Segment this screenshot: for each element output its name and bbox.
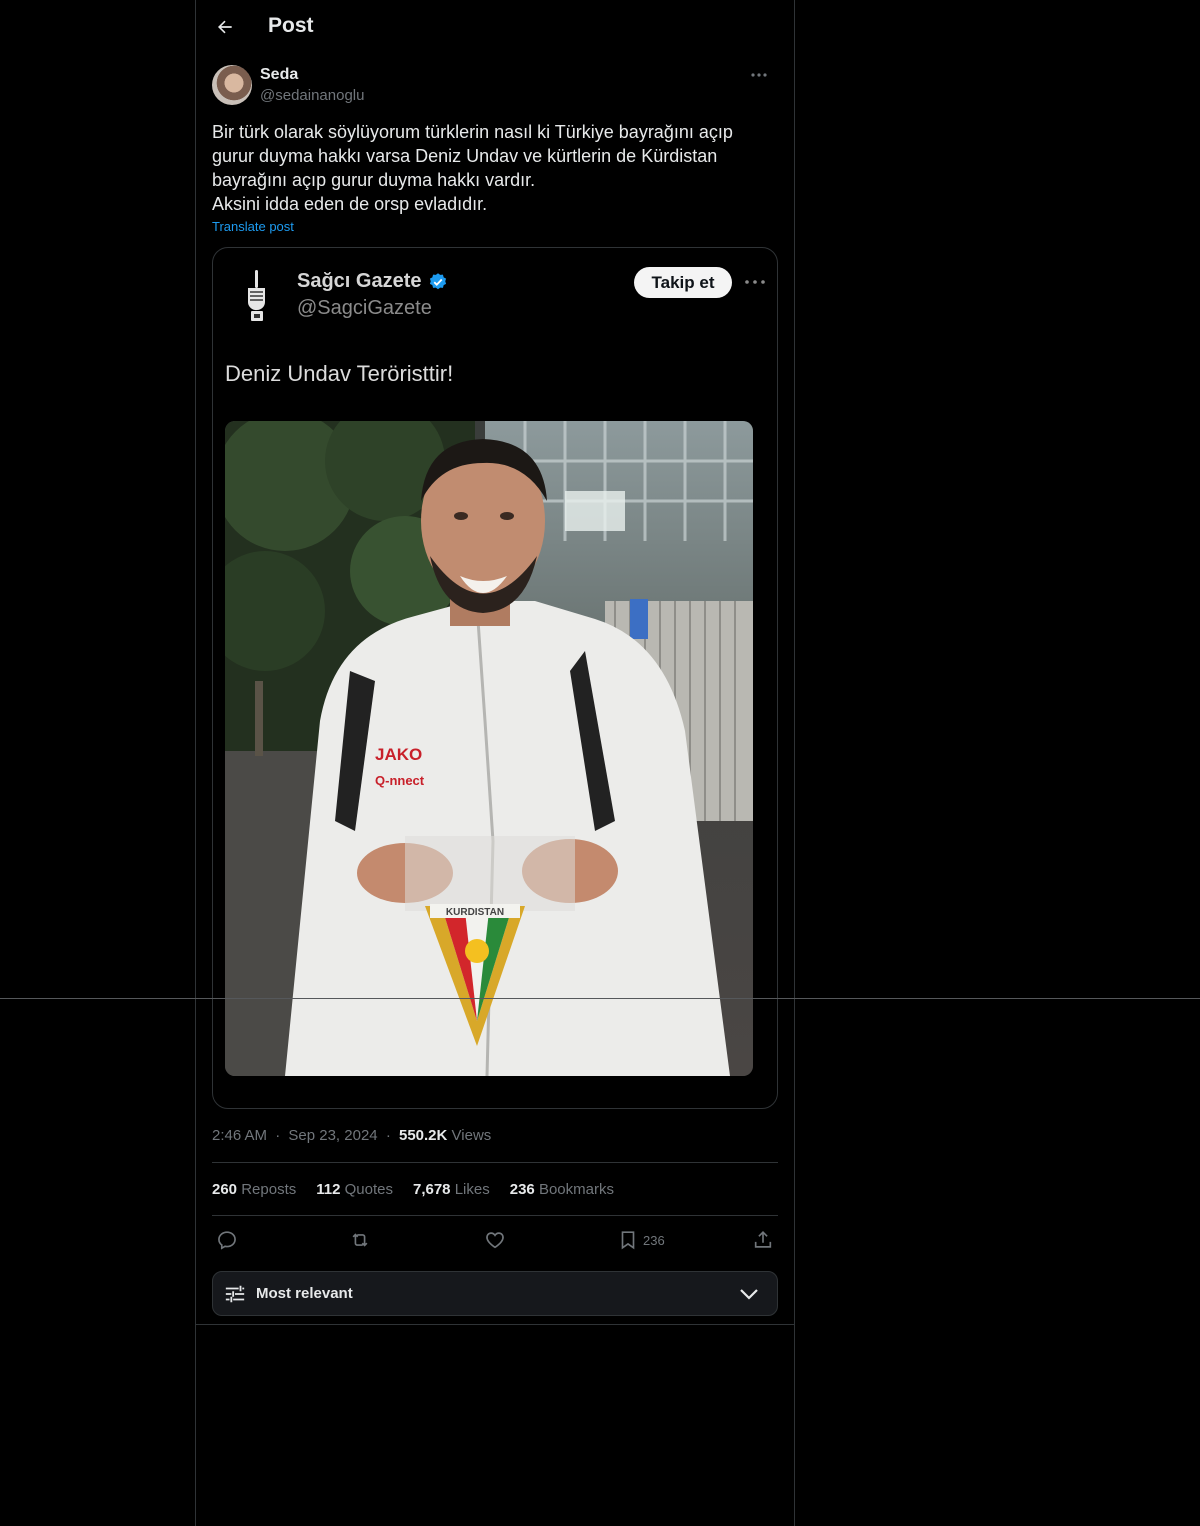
views-label: Views [451,1127,492,1144]
reposts-label: Reposts [241,1181,297,1198]
post-line: Aksini idda eden de orsp evladıdır. [212,194,488,214]
meta-dot: · [275,1127,281,1144]
embedded-author-handle: @SagciGazete [297,297,432,319]
embedded-more-icon [745,280,765,284]
share-button[interactable] [752,1226,774,1254]
repost-button[interactable] [349,1226,371,1254]
like-button[interactable] [484,1226,506,1254]
bookmarks-count: 236 [509,1181,535,1198]
quotes-label: Quotes [344,1181,393,1198]
back-arrow-icon [218,20,232,34]
meta-dot: · [385,1127,391,1144]
embedded-photo: JAKO Q-nnect KURDISTAN [225,421,753,1076]
back-button[interactable] [208,10,242,44]
chevron-down-icon [740,1289,758,1300]
bookmarks-stat[interactable]: 236 Bookmarks [510,1181,614,1198]
share-icon [754,1231,772,1248]
post-media[interactable]: Sağcı Gazete @SagciGazete Takip et Deniz… [212,247,778,1109]
avatar[interactable] [212,65,252,105]
likes-label: Likes [454,1181,490,1198]
quotes-count: 112 [316,1181,341,1198]
bookmark-button[interactable]: 236 [617,1226,665,1254]
embedded-post-text: Deniz Undav Teröristtir! [225,361,454,386]
jacket-brand-text: JAKO [375,745,422,764]
translate-post-link[interactable]: Translate post [212,219,294,234]
pennant-text: KURDISTAN [446,907,504,918]
post-line: Bir türk olarak söylüyorum türklerin nas… [212,122,733,142]
post-author: Seda @sedainanoglu [212,64,778,108]
author-handle[interactable]: @sedainanoglu [260,87,364,104]
likes-stat[interactable]: 7,678 Likes [413,1181,490,1198]
repost-icon [352,1233,368,1247]
more-button[interactable] [744,64,774,86]
timeline-column: Post Seda @sedainanoglu Bir türk olarak … [195,0,795,1526]
divider [212,1162,778,1163]
more-icon [751,73,767,77]
embedded-logo [247,270,265,321]
divider [212,1215,778,1216]
bookmark-count: 236 [643,1232,665,1248]
bookmarks-label: Bookmarks [538,1181,614,1198]
views-count: 550.2K [398,1127,448,1144]
embedded-author-name: Sağcı Gazete [297,270,448,293]
action-bar: 236 [212,1226,778,1254]
embedded-follow-button: Takip et [634,267,732,298]
post-time[interactable]: 2:46 AM [212,1127,267,1144]
sort-replies-dropdown[interactable]: Most relevant [212,1271,778,1316]
post-meta: 2:46 AM · Sep 23, 2024 · 550.2K Views [212,1127,491,1144]
divider [196,1324,794,1325]
reply-button[interactable] [216,1226,238,1254]
post-date[interactable]: Sep 23, 2024 [288,1127,377,1144]
verified-icon [429,272,446,289]
reposts-count: 260 [212,1181,238,1198]
post-text: Bir türk olarak söylüyorum türklerin nas… [212,120,778,216]
sort-label: Most relevant [256,1285,353,1302]
post-line: bayrağını açıp gurur duyma hakkı vardır. [212,170,536,190]
quotes-stat[interactable]: 112 Quotes [316,1181,393,1198]
post-line: gurur duyma hakkı varsa Deniz Undav ve k… [212,146,718,166]
reposts-stat[interactable]: 260 Reposts [212,1181,296,1198]
reply-icon [218,1231,236,1250]
sliders-icon [225,1285,245,1303]
page-title: Post [268,14,314,37]
like-icon [486,1232,504,1249]
bookmark-icon [621,1231,635,1250]
embedded-name-text: Sağcı Gazete [297,270,422,292]
screen-artifact-line [0,998,1200,999]
author-name[interactable]: Seda [260,66,298,84]
page-header: Post [196,0,794,54]
post-stats: 260 Reposts 112 Quotes 7,678 Likes 236 B… [212,1181,614,1198]
likes-count: 7,678 [412,1181,451,1198]
jacket-sponsor-text: Q-nnect [375,773,425,788]
